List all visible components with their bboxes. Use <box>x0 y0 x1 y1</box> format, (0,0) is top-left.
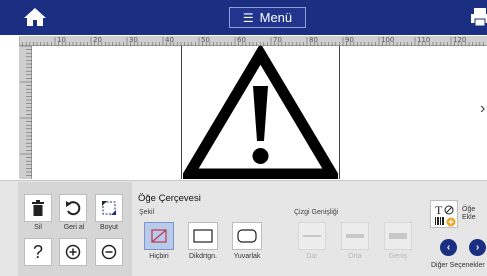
ruler-number: 50 <box>201 36 210 44</box>
question-icon: ? <box>32 241 43 262</box>
chevron-left-icon: ‹ <box>446 242 451 253</box>
add-object-label-line2: Ekle <box>462 214 476 221</box>
shape-rounded-label: Yuvarlak <box>233 253 261 260</box>
shape-none-button[interactable] <box>144 222 174 250</box>
line-width-label: Çizgi Genişliği <box>294 209 339 216</box>
line-width-medium-label: Orta <box>348 253 362 260</box>
ruler-number: 10 <box>57 36 66 44</box>
help-button[interactable]: ? <box>24 238 52 266</box>
shape-rectangle-label: Dikdrtgn. <box>188 253 217 260</box>
more-options-label: Diğer Seçenekler <box>431 262 485 269</box>
line-width-narrow-label: Dar <box>306 253 318 260</box>
printer-icon[interactable] <box>470 6 487 28</box>
rectangle-icon <box>193 229 213 243</box>
line-width-wide-button[interactable] <box>384 222 412 250</box>
warning-triangle-icon[interactable] <box>179 43 342 180</box>
undo-icon <box>66 201 81 216</box>
line-width-medium-icon <box>346 234 364 238</box>
zoom-out-icon <box>101 244 117 260</box>
frame-panel-title: Öğe Çerçevesi <box>138 193 201 204</box>
shape-rounded-button[interactable] <box>232 222 262 250</box>
top-bar: ☰ Menü <box>0 0 487 35</box>
resize-button[interactable] <box>95 194 123 222</box>
menu-label: Menü <box>259 10 293 25</box>
shape-none-label: Hiçbiri <box>149 253 169 260</box>
hamburger-icon: ☰ <box>242 11 254 25</box>
ruler-number: 120 <box>453 36 467 44</box>
menu-button[interactable]: ☰ Menü <box>229 7 306 28</box>
ruler-number: 110 <box>417 36 431 44</box>
line-width-narrow-button[interactable] <box>298 222 326 250</box>
trash-icon <box>32 200 44 216</box>
add-object-icon: T <box>435 203 456 227</box>
undo-label: Geri al <box>63 224 85 231</box>
horizontal-ruler: 102030405060708090100110120130 <box>19 36 487 46</box>
chevron-right-icon[interactable]: › <box>480 100 485 118</box>
add-object-label-line1: Öğe <box>462 206 476 213</box>
zoom-out-button[interactable] <box>95 238 123 266</box>
resize-label: Boyut <box>100 224 118 231</box>
zoom-in-icon <box>65 244 81 260</box>
ruler-number: 80 <box>309 36 318 44</box>
line-width-medium-button[interactable] <box>341 222 369 250</box>
line-width-wide-label: Geniş <box>388 253 408 260</box>
line-width-narrow-icon <box>303 235 321 237</box>
previous-options-button[interactable]: ‹ <box>440 239 457 256</box>
add-object-button[interactable]: T <box>430 200 458 228</box>
ruler-number: 20 <box>93 36 102 44</box>
ruler-number: 30 <box>129 36 138 44</box>
ruler-number: 40 <box>165 36 174 44</box>
rounded-rectangle-icon <box>237 229 257 243</box>
line-width-wide-icon <box>389 233 407 239</box>
ruler-number: 60 <box>237 36 246 44</box>
undo-button[interactable] <box>59 194 87 222</box>
delete-label: Sil <box>34 224 42 231</box>
delete-button[interactable] <box>24 194 52 222</box>
next-options-button[interactable]: › <box>469 239 486 256</box>
zoom-in-button[interactable] <box>59 238 87 266</box>
home-icon[interactable] <box>22 6 48 28</box>
shape-rectangle-button[interactable] <box>188 222 218 250</box>
svg-text:T: T <box>435 203 443 217</box>
ruler-number: 100 <box>381 36 395 44</box>
no-frame-icon <box>151 229 167 243</box>
add-object-label: Öğe Ekle <box>462 206 476 222</box>
ruler-number: 90 <box>345 36 354 44</box>
vertical-ruler <box>19 46 32 179</box>
shape-label: Şekil <box>139 209 155 216</box>
chevron-right-icon: › <box>475 242 480 253</box>
ruler-number: 70 <box>273 36 282 44</box>
resize-icon <box>102 201 116 215</box>
